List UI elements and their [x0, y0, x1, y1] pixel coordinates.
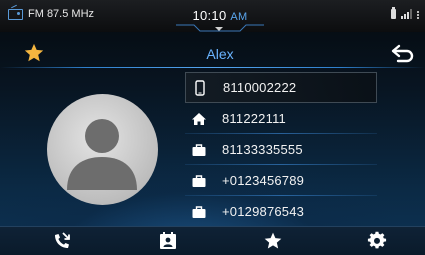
phone-number-row[interactable]: 811222111 [185, 103, 377, 134]
phone-number-row[interactable]: 81133335555 [185, 134, 377, 165]
contacts-button[interactable] [157, 231, 179, 251]
phone-number-row[interactable]: +0129876543 [185, 196, 377, 227]
clock-time: 10:10 [192, 8, 227, 23]
favorites-star-icon [264, 232, 282, 249]
call-history-icon [55, 232, 70, 248]
status-bar: FM 87.5 MHz 10:10 AM [0, 0, 425, 32]
contact-avatar [47, 94, 158, 205]
favorites-button[interactable] [262, 231, 284, 251]
bottom-navigation-bar [0, 226, 425, 255]
radio-source[interactable]: FM 87.5 MHz [8, 6, 94, 22]
mobile-phone-icon [192, 79, 208, 96]
default-person-icon [67, 119, 137, 190]
briefcase-icon [191, 204, 207, 220]
phone-number-text: 811222111 [222, 111, 286, 126]
signal-strength-icon [401, 9, 412, 19]
settings-gear-icon [367, 231, 387, 249]
status-indicators [391, 7, 421, 19]
back-arrow-icon[interactable] [390, 43, 416, 63]
radio-icon [8, 8, 23, 20]
phone-number-list: 8110002222 811222111 81133335555 +012345… [185, 72, 377, 227]
phone-contact-details-screen: FM 87.5 MHz 10:10 AM Alex 8110002222 811… [0, 0, 425, 255]
radio-label: FM 87.5 MHz [28, 8, 95, 20]
clock: 10:10 AM [180, 8, 260, 23]
phone-number-text: +0123456789 [222, 173, 305, 188]
phone-number-text: +0129876543 [222, 204, 305, 219]
header-divider [0, 67, 425, 68]
battery-icon [391, 7, 396, 19]
call-history-button[interactable] [51, 231, 73, 251]
more-indicator-icon [417, 11, 421, 19]
phone-number-row[interactable]: +0123456789 [185, 165, 377, 196]
contact-name: Alex [206, 46, 234, 62]
clock-ampm: AM [230, 11, 248, 23]
briefcase-icon [191, 142, 207, 158]
phone-number-row[interactable]: 8110002222 [185, 72, 377, 103]
chevron-down-icon[interactable] [215, 27, 223, 31]
settings-button[interactable] [366, 231, 388, 251]
briefcase-icon [191, 173, 207, 189]
home-icon [191, 111, 207, 127]
phone-number-text: 8110002222 [223, 80, 297, 95]
phone-number-text: 81133335555 [222, 142, 303, 157]
favorite-star-icon[interactable] [23, 42, 45, 64]
contacts-icon [160, 232, 176, 249]
